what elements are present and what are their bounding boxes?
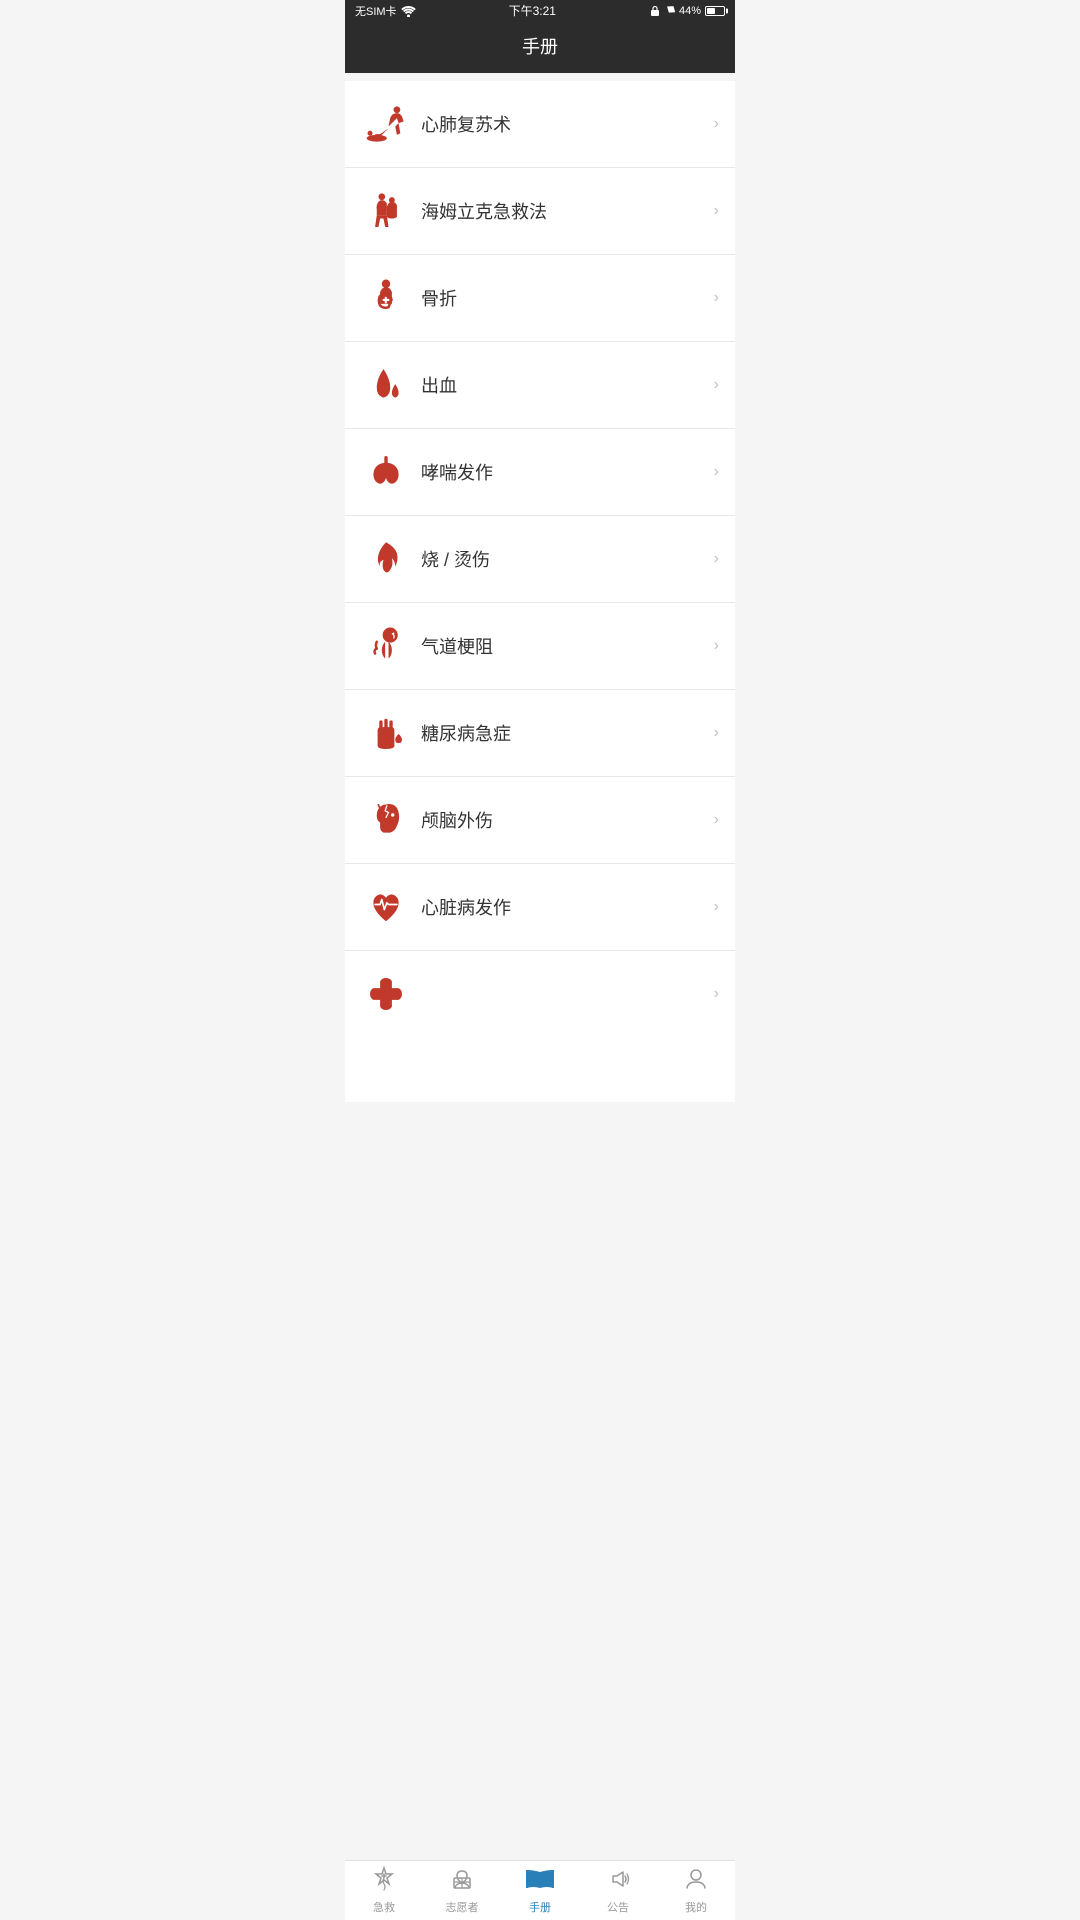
- fracture-label: 骨折: [421, 285, 714, 311]
- head-label: 颅脑外伤: [421, 807, 714, 833]
- battery-percent: 44%: [679, 5, 701, 17]
- sim-status: 无SIM卡: [355, 3, 397, 19]
- burn-icon: [361, 534, 411, 584]
- list-item-more[interactable]: ›: [345, 951, 735, 1037]
- list-item-heimlich[interactable]: 海姆立克急救法 ›: [345, 168, 735, 255]
- list-item-fracture[interactable]: 骨折 ›: [345, 255, 735, 342]
- status-right: 44%: [649, 5, 725, 17]
- heart-arrow: ›: [714, 898, 719, 916]
- wifi-icon: [401, 5, 416, 17]
- asthma-arrow: ›: [714, 463, 719, 481]
- page-title: 手册: [522, 37, 558, 57]
- notice-icon: [605, 1866, 631, 1896]
- battery-icon: [705, 6, 725, 16]
- heart-label: 心脏病发作: [421, 894, 714, 920]
- fracture-icon: [361, 273, 411, 323]
- burn-arrow: ›: [714, 550, 719, 568]
- tab-volunteer[interactable]: 志愿者: [423, 1858, 501, 1920]
- list-item-heart[interactable]: 心脏病发作 ›: [345, 864, 735, 951]
- list-item-bleeding[interactable]: 出血 ›: [345, 342, 735, 429]
- handbook-list: 心肺复苏术 › 海姆立克急救法 ›: [345, 81, 735, 1102]
- asthma-label: 哮喘发作: [421, 459, 714, 485]
- handbook-icon: [525, 1866, 555, 1896]
- heimlich-label: 海姆立克急救法: [421, 198, 714, 224]
- cpr-icon: [361, 99, 411, 149]
- rescue-label: 急救: [373, 1899, 395, 1915]
- diabetes-icon: [361, 708, 411, 758]
- list-item-head[interactable]: 颅脑外伤 ›: [345, 777, 735, 864]
- status-left: 无SIM卡: [355, 3, 416, 19]
- page-header: 手册: [345, 21, 735, 73]
- handbook-label: 手册: [529, 1899, 551, 1915]
- bleeding-icon: [361, 360, 411, 410]
- tab-notice[interactable]: 公告: [579, 1858, 657, 1920]
- tab-rescue[interactable]: 急救: [345, 1858, 423, 1920]
- fracture-arrow: ›: [714, 289, 719, 307]
- list-item-asthma[interactable]: 哮喘发作 ›: [345, 429, 735, 516]
- volunteer-label: 志愿者: [446, 1899, 479, 1915]
- tab-handbook[interactable]: 手册: [501, 1858, 579, 1920]
- bleeding-arrow: ›: [714, 376, 719, 394]
- more-arrow: ›: [714, 985, 719, 1003]
- bleeding-label: 出血: [421, 372, 714, 398]
- airway-label: 气道梗阻: [421, 633, 714, 659]
- diabetes-arrow: ›: [714, 724, 719, 742]
- status-bar: 无SIM卡 下午3:21 44%: [345, 0, 735, 21]
- cpr-arrow: ›: [714, 115, 719, 133]
- heimlich-arrow: ›: [714, 202, 719, 220]
- list-item-burn[interactable]: 烧 / 烫伤 ›: [345, 516, 735, 603]
- list-item-cpr[interactable]: 心肺复苏术 ›: [345, 81, 735, 168]
- heimlich-icon: [361, 186, 411, 236]
- volunteer-icon: [449, 1866, 475, 1896]
- head-icon: [361, 795, 411, 845]
- location-icon: [665, 5, 675, 17]
- notice-label: 公告: [607, 1899, 629, 1915]
- diabetes-label: 糖尿病急症: [421, 720, 714, 746]
- heart-icon: [361, 882, 411, 932]
- lock-icon: [649, 5, 661, 17]
- mine-icon: [683, 1866, 709, 1896]
- list-item-diabetes[interactable]: 糖尿病急症 ›: [345, 690, 735, 777]
- burn-label: 烧 / 烫伤: [421, 546, 714, 572]
- status-time: 下午3:21: [509, 2, 556, 19]
- tab-mine[interactable]: 我的: [657, 1858, 735, 1920]
- more-icon: [361, 969, 411, 1019]
- cpr-label: 心肺复苏术: [421, 111, 714, 137]
- head-arrow: ›: [714, 811, 719, 829]
- mine-label: 我的: [685, 1899, 707, 1915]
- airway-icon: [361, 621, 411, 671]
- asthma-icon: [361, 447, 411, 497]
- rescue-icon: [371, 1866, 397, 1896]
- list-item-airway[interactable]: 气道梗阻 ›: [345, 603, 735, 690]
- tab-bar: 急救 志愿者 手册: [345, 1860, 735, 1920]
- airway-arrow: ›: [714, 637, 719, 655]
